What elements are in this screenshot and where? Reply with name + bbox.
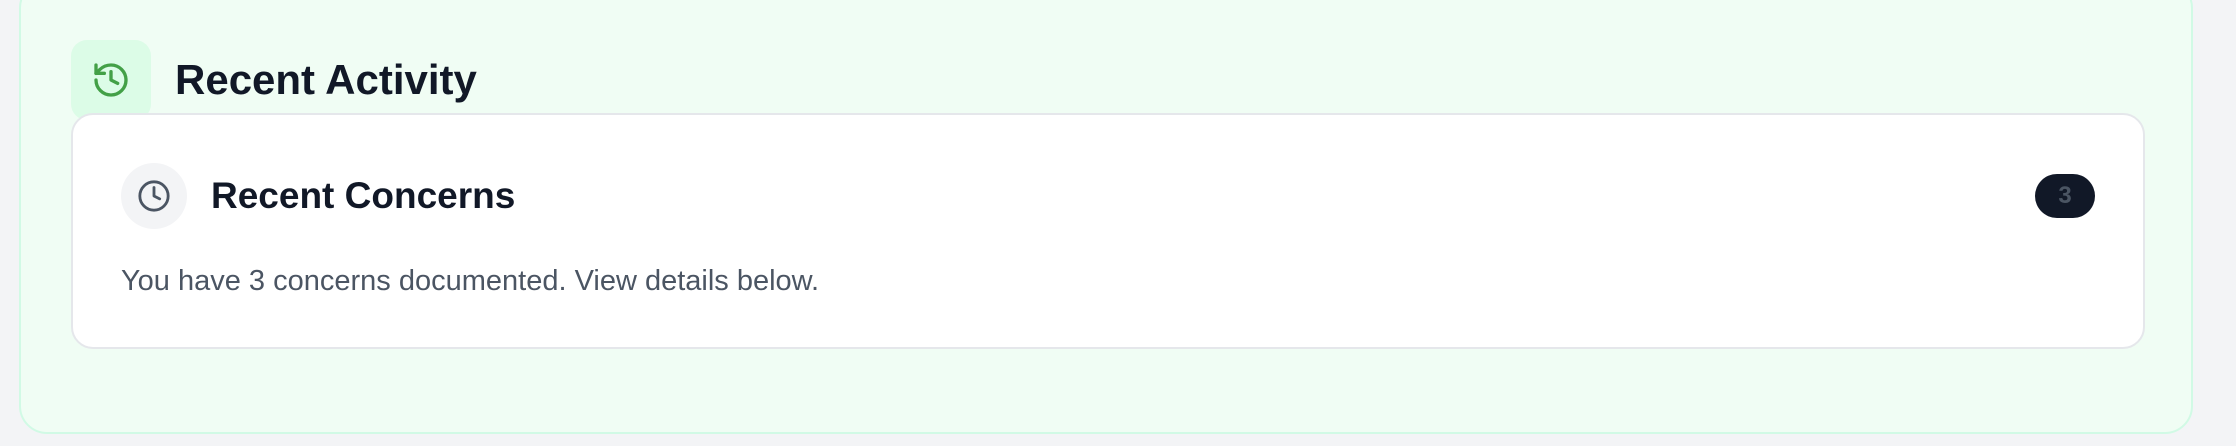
clock-icon <box>138 180 170 212</box>
recent-activity-section: Recent Activity Recent Concerns 3 You ha… <box>19 0 2193 434</box>
recent-concerns-card[interactable]: Recent Concerns 3 You have 3 concerns do… <box>71 113 2145 349</box>
section-title: Recent Activity <box>175 56 477 103</box>
section-header: Recent Activity <box>71 40 477 120</box>
card-header: Recent Concerns 3 <box>121 163 2095 229</box>
card-title: Recent Concerns <box>211 175 516 216</box>
history-icon-box <box>71 40 151 120</box>
card-description: You have 3 concerns documented. View det… <box>121 265 820 297</box>
history-icon <box>94 63 128 97</box>
count-badge: 3 <box>2035 174 2095 218</box>
clock-icon-circle <box>121 163 187 229</box>
